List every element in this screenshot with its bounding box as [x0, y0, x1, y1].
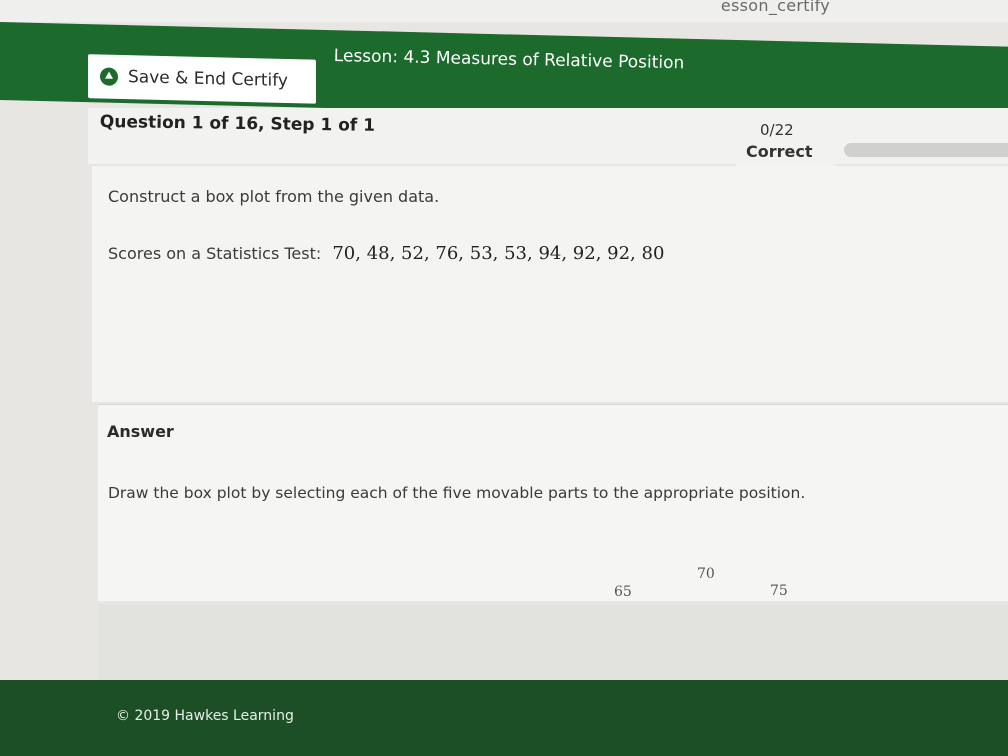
url-text: esson_certify — [720, 0, 830, 15]
arrow-up-circle-icon — [100, 67, 118, 86]
answer-panel — [98, 404, 1008, 601]
data-values: 70, 48, 52, 76, 53, 53, 94, 92, 92, 80 — [332, 243, 665, 264]
box-plot-area[interactable] — [98, 604, 1008, 680]
answer-title: Answer — [107, 422, 174, 441]
score-count: 0/22 — [760, 121, 794, 139]
axis-tick-70: 70 — [697, 566, 715, 582]
data-line: Scores on a Statistics Test: 70, 48, 52,… — [108, 243, 664, 264]
axis-tick-75: 75 — [770, 583, 788, 599]
footer-copyright: © 2019 Hawkes Learning — [116, 708, 294, 724]
browser-url-bar[interactable]: esson_certify — [0, 0, 1008, 22]
data-label: Scores on a Statistics Test: — [108, 244, 322, 263]
progress-bar — [844, 143, 1008, 157]
save-end-certify-button[interactable]: Save & End Certify — [88, 54, 316, 104]
question-title: Question 1 of 16, Step 1 of 1 — [99, 112, 376, 136]
answer-instructions: Draw the box plot by selecting each of t… — [108, 484, 806, 502]
score-status-label: Correct — [746, 142, 813, 161]
question-prompt: Construct a box plot from the given data… — [108, 187, 440, 206]
save-end-certify-label: Save & End Certify — [128, 67, 288, 92]
axis-tick-65: 65 — [614, 584, 632, 600]
